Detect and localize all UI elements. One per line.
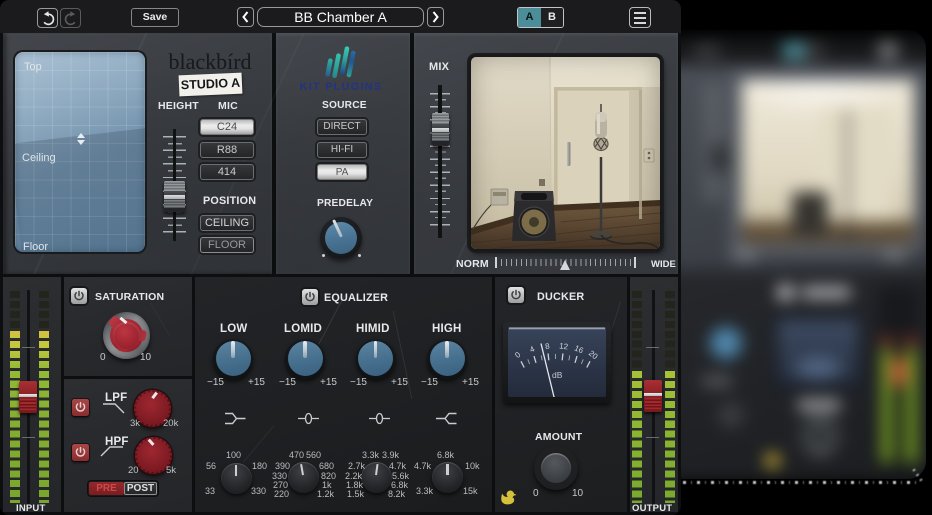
- svg-text:12: 12: [559, 341, 570, 351]
- svg-text:dB: dB: [552, 370, 563, 380]
